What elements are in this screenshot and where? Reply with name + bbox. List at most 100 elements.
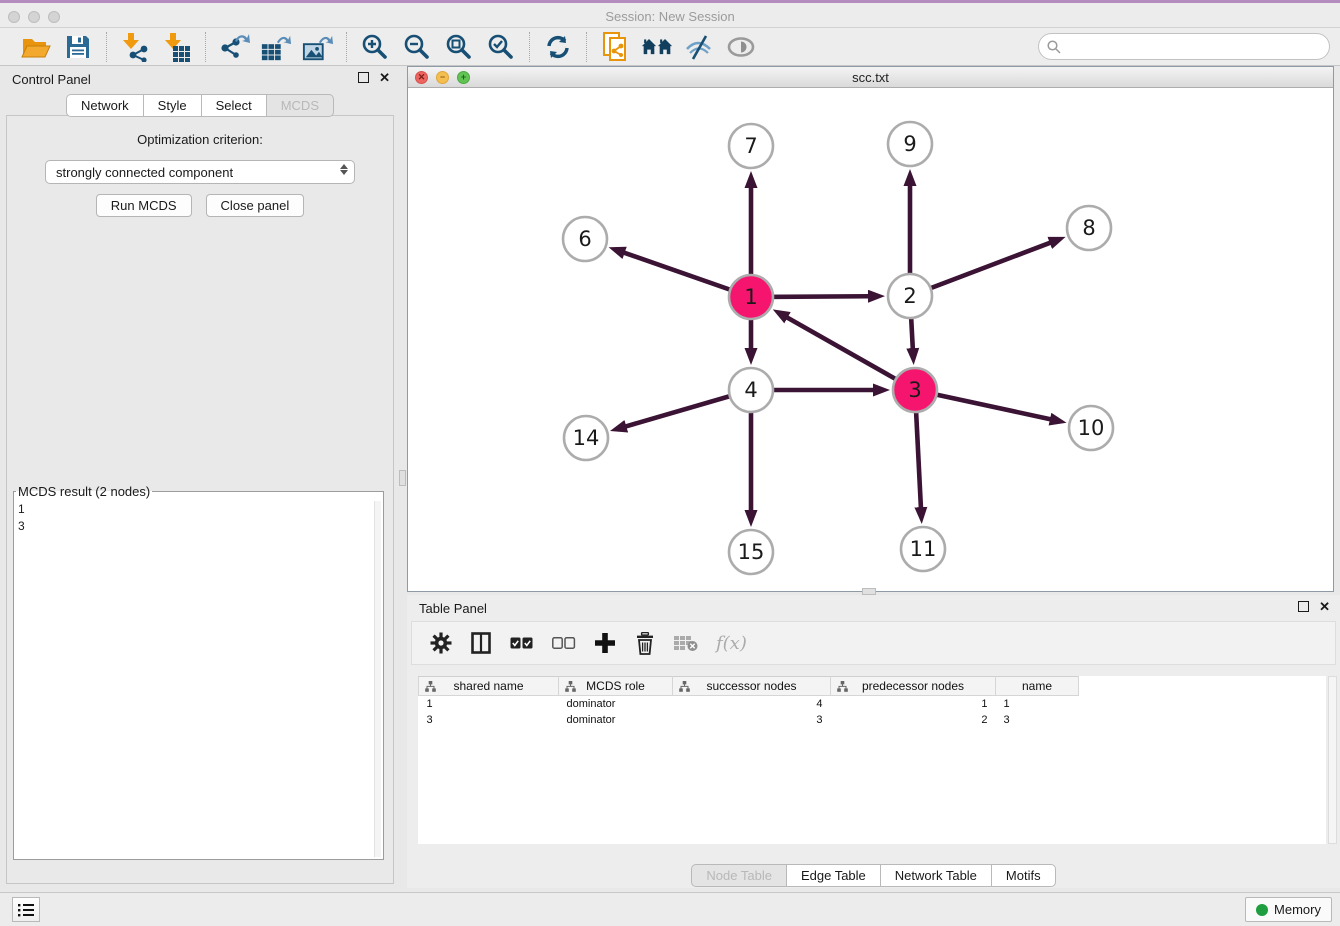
table-cell[interactable]: 3 (673, 712, 831, 728)
mcds-result-title: MCDS result (2 nodes) (16, 484, 152, 499)
run-mcds-button[interactable]: Run MCDS (96, 194, 192, 217)
table-settings-gear-icon[interactable] (430, 630, 452, 656)
status-bar: Memory (0, 892, 1340, 926)
search-field[interactable] (1038, 33, 1330, 60)
table-cell[interactable]: 1 (419, 696, 559, 712)
table-cell[interactable]: 3 (996, 712, 1079, 728)
table-row[interactable]: 3dominator323 (419, 712, 1079, 728)
export-table-icon[interactable] (260, 31, 292, 63)
search-input[interactable] (1067, 37, 1329, 57)
mcds-result-lines[interactable]: 13 (18, 501, 373, 857)
table-scrollbar[interactable] (1328, 676, 1337, 844)
zoom-in-icon[interactable] (359, 31, 391, 63)
tab-node-table[interactable]: Node Table (691, 864, 787, 887)
control-panel-title: Control Panel (12, 72, 91, 87)
table-splitter-handle[interactable] (862, 588, 876, 595)
result-scrollbar[interactable] (374, 501, 381, 857)
table-cell[interactable]: 1 (831, 696, 996, 712)
task-history-button[interactable] (12, 897, 40, 922)
delete-table-icon[interactable] (674, 630, 698, 656)
graph-node-label: 7 (744, 134, 757, 158)
tab-network-table[interactable]: Network Table (880, 864, 992, 887)
network-canvas[interactable]: 7968124314101511 (408, 88, 1333, 591)
export-image-icon[interactable] (302, 31, 334, 63)
graph-node-label: 10 (1078, 416, 1105, 440)
refresh-icon[interactable] (542, 31, 574, 63)
open-folder-icon[interactable] (20, 31, 52, 63)
zoom-selected-icon[interactable] (485, 31, 517, 63)
close-panel-icon[interactable]: ✕ (379, 72, 390, 83)
delete-column-trash-icon[interactable] (634, 630, 656, 656)
table-toolbar: f(x) (411, 621, 1336, 665)
import-table-icon[interactable] (161, 31, 193, 63)
column-header-MCDS-role[interactable]: MCDS role (559, 677, 673, 696)
network-window-title: scc.txt (408, 70, 1333, 85)
float-panel-icon[interactable] (358, 72, 369, 83)
graph-node-label: 4 (744, 378, 757, 402)
table-panel: Table Panel ✕ (407, 595, 1340, 888)
network-window-titlebar[interactable]: ✕ − + scc.txt (408, 67, 1333, 88)
criterion-dropdown[interactable]: strongly connected component (45, 160, 355, 184)
close-panel-button[interactable]: Close panel (206, 194, 305, 217)
tab-select[interactable]: Select (201, 94, 267, 117)
table-row[interactable]: 1dominator411 (419, 696, 1079, 712)
table-close-icon[interactable]: ✕ (1319, 601, 1330, 612)
show-columns-icon[interactable] (470, 630, 492, 656)
graph-node-label: 2 (903, 284, 916, 308)
deselect-all-columns-icon[interactable] (552, 630, 576, 656)
zoom-out-icon[interactable] (401, 31, 433, 63)
hide-eye-slash-icon[interactable] (683, 31, 715, 63)
tab-style[interactable]: Style (143, 94, 202, 117)
table-panel-tabs: Node TableEdge TableNetwork TableMotifs (407, 864, 1340, 887)
home-neighbors-icon[interactable] (641, 31, 673, 63)
column-header-predecessor-nodes[interactable]: predecessor nodes (831, 677, 996, 696)
table-cell[interactable]: 4 (673, 696, 831, 712)
tab-mcds[interactable]: MCDS (266, 94, 334, 117)
memory-status-icon (1256, 904, 1268, 916)
save-icon[interactable] (62, 31, 94, 63)
mcds-tab-content: Optimization criterion: strongly connect… (6, 115, 394, 884)
memory-label: Memory (1274, 902, 1321, 917)
graph-node-label: 3 (908, 378, 921, 402)
table-float-icon[interactable] (1298, 601, 1309, 612)
mcds-result-box: MCDS result (2 nodes) 13 (13, 484, 384, 860)
create-column-icon[interactable] (594, 630, 616, 656)
table-cell[interactable]: 2 (831, 712, 996, 728)
main-toolbar (0, 28, 1340, 66)
tab-motifs[interactable]: Motifs (991, 864, 1056, 887)
select-all-columns-icon[interactable] (510, 630, 534, 656)
dropdown-stepper-icon (340, 164, 348, 175)
export-network-icon[interactable] (218, 31, 250, 63)
column-header-shared-name[interactable]: shared name (419, 677, 559, 696)
table-cell[interactable]: dominator (559, 696, 673, 712)
memory-button[interactable]: Memory (1245, 897, 1332, 922)
search-icon (1047, 40, 1061, 54)
table-cell[interactable]: 3 (419, 712, 559, 728)
table-cell[interactable]: dominator (559, 712, 673, 728)
show-eye-icon[interactable] (725, 31, 757, 63)
tab-edge-table[interactable]: Edge Table (786, 864, 881, 887)
control-panel: Control Panel ✕ NetworkStyleSelectMCDS O… (0, 66, 400, 888)
graph-node-label: 14 (573, 426, 600, 450)
panel-splitter-handle[interactable] (399, 470, 406, 486)
optimization-criterion-label: Optimization criterion: (7, 132, 393, 147)
function-builder-icon[interactable]: f(x) (716, 630, 747, 656)
graph-node-label: 9 (903, 132, 916, 156)
copy-network-icon[interactable] (599, 31, 631, 63)
table-cell[interactable]: 1 (996, 696, 1079, 712)
criterion-dropdown-value: strongly connected component (56, 165, 233, 180)
control-panel-tabs: NetworkStyleSelectMCDS (0, 94, 400, 117)
graph-node-label: 15 (738, 540, 765, 564)
network-graph[interactable]: 7968124314101511 (408, 88, 1333, 591)
result-line: 1 (18, 501, 373, 518)
session-title: Session: New Session (0, 9, 1340, 24)
column-header-successor-nodes[interactable]: successor nodes (673, 677, 831, 696)
tab-network[interactable]: Network (66, 94, 144, 117)
column-header-name[interactable]: name (996, 677, 1079, 696)
zoom-fit-icon[interactable] (443, 31, 475, 63)
result-line: 3 (18, 518, 373, 535)
import-network-icon[interactable] (119, 31, 151, 63)
node-table[interactable]: shared nameMCDS rolesuccessor nodesprede… (418, 676, 1326, 844)
application-window: Session: New Session (0, 0, 1340, 926)
table-panel-title: Table Panel (419, 601, 487, 616)
